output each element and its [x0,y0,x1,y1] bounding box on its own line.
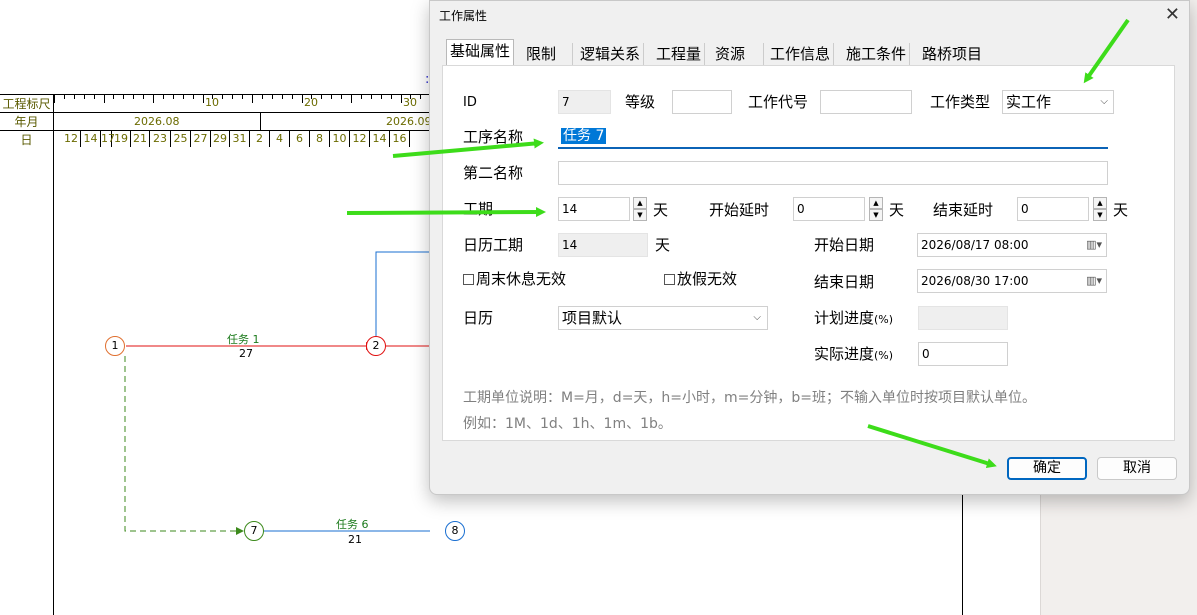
annotation-arrows [346,18,1130,468]
